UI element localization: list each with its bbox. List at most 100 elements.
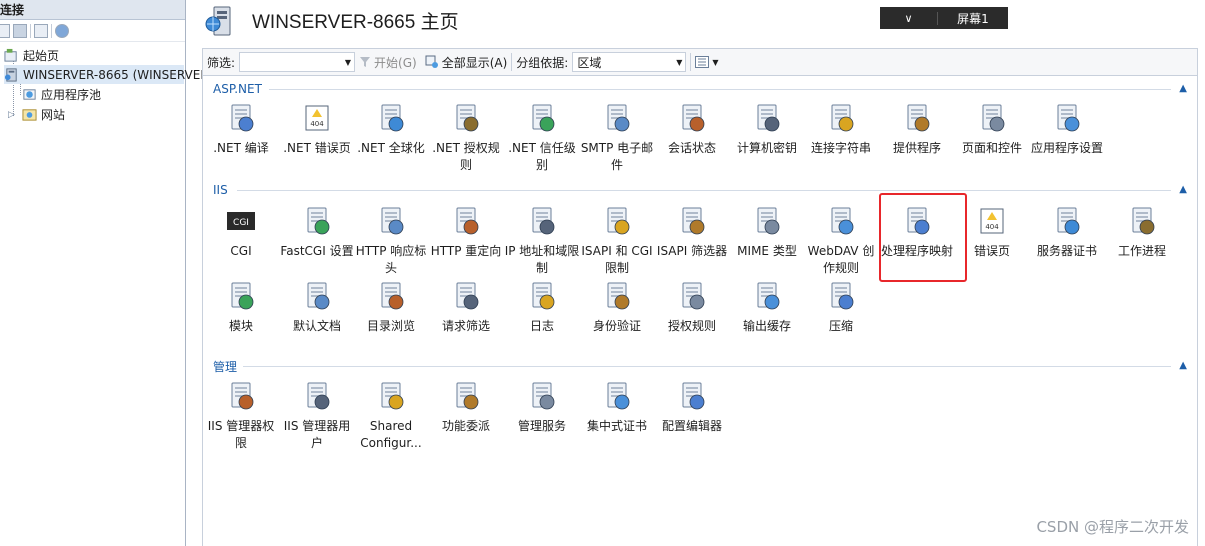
save-icon[interactable] <box>13 23 27 38</box>
feature-tile[interactable]: 授权规则 <box>654 280 730 335</box>
feature-tile[interactable]: HTTP 重定向 <box>428 205 504 260</box>
isapi-cgi-icon <box>607 207 630 235</box>
group-divider <box>243 366 1171 367</box>
feature-tile[interactable]: 配置编辑器 <box>654 380 730 435</box>
authz-rules-icon <box>682 282 705 310</box>
feature-tile[interactable]: 功能委派 <box>428 380 504 435</box>
feature-tile[interactable]: MIME 类型 <box>729 205 805 260</box>
dotnet-compile-icon <box>231 104 254 132</box>
feature-label: Shared Configur... <box>360 419 422 450</box>
show-all-button[interactable]: 全部显示(A) <box>421 54 512 71</box>
sites-icon <box>22 109 37 121</box>
screen-overlay[interactable]: ∨ 屏幕1 <box>880 7 1008 29</box>
feature-tile[interactable]: FastCGI 设置 <box>279 205 355 260</box>
feature-tile[interactable]: ISAPI 和 CGI 限制 <box>579 205 655 277</box>
filter-bar: 筛选: ▼ 开始(G) 全部显示(A) 分组依据: 区域 ▼ ▼ <box>202 48 1198 76</box>
feature-tile[interactable]: 管理服务 <box>504 380 580 435</box>
connections-toolbar <box>0 20 185 42</box>
feature-tile[interactable]: 会话状态 <box>654 102 730 157</box>
feature-tile[interactable]: 连接字符串 <box>803 102 879 157</box>
tree-item-app-pools[interactable]: 应用程序池 <box>22 85 101 104</box>
worker-process-icon <box>1132 207 1155 235</box>
output-cache-icon <box>757 282 780 310</box>
compression-icon <box>831 282 854 310</box>
expand-arrow-icon[interactable]: ▷ <box>8 110 18 120</box>
feature-label: 应用程序设置 <box>1030 141 1103 155</box>
feature-tile[interactable]: Shared Configur... <box>353 380 429 452</box>
feature-tile[interactable]: 模块 <box>203 280 279 335</box>
feature-label: 目录浏览 <box>366 319 415 333</box>
group-divider <box>269 89 1171 90</box>
dropdown-arrow-icon[interactable]: ▼ <box>676 58 682 67</box>
feature-tile[interactable]: 提供程序 <box>879 102 955 157</box>
collapse-aspnet-icon[interactable]: ▲ <box>1179 83 1187 94</box>
go-button[interactable]: 开始(G) <box>355 54 421 71</box>
feature-tile[interactable]: CGI CGI <box>203 205 279 260</box>
filter-label: 筛选: <box>207 55 236 70</box>
logging-icon <box>532 282 555 310</box>
filter-input[interactable]: ▼ <box>239 52 356 72</box>
feature-label: 页面和控件 <box>961 141 1022 155</box>
provider-icon <box>907 104 930 132</box>
feature-label: 集中式证书 <box>586 419 647 433</box>
feature-label: 默认文档 <box>292 319 341 333</box>
dropdown-arrow-icon[interactable]: ▼ <box>345 58 351 67</box>
feature-label: ISAPI 和 CGI 限制 <box>581 244 653 275</box>
feature-tile[interactable]: .NET 全球化 <box>353 102 429 157</box>
funnel-icon <box>360 57 371 67</box>
feature-tile[interactable]: 计算机密钥 <box>729 102 805 157</box>
feature-label: .NET 编译 <box>213 141 269 155</box>
chevron-down-icon[interactable]: ∨ <box>880 11 938 25</box>
feature-tile[interactable]: HTTP 响应标头 <box>353 205 429 277</box>
isapi-filter-icon <box>682 207 705 235</box>
feature-tile[interactable]: ISAPI 筛选器 <box>654 205 730 260</box>
feature-tile[interactable]: 应用程序设置 <box>1029 102 1105 157</box>
highlight-box <box>879 193 967 282</box>
feature-tile[interactable]: 404 .NET 错误页 <box>279 102 355 157</box>
feature-label: 请求筛选 <box>441 319 490 333</box>
cgi-icon: CGI <box>227 212 255 230</box>
feature-tile[interactable]: .NET 编译 <box>203 102 279 157</box>
feature-tile[interactable]: IP 地址和域限制 <box>504 205 580 277</box>
feature-tile[interactable]: 压缩 <box>803 280 879 335</box>
feature-tile[interactable]: .NET 信任级别 <box>504 102 580 174</box>
feature-tile[interactable]: 集中式证书 <box>579 380 655 435</box>
feature-tile[interactable]: 页面和控件 <box>954 102 1030 157</box>
tree-item-server[interactable]: WINSERVER-8665 (WINSERVER <box>4 65 209 84</box>
group-by-select[interactable]: 区域 ▼ <box>572 52 687 72</box>
tree-item-label: WINSERVER-8665 (WINSERVER <box>23 67 209 82</box>
show-all-icon <box>425 55 438 68</box>
feature-tile[interactable]: IIS 管理器用户 <box>279 380 355 452</box>
tree-item-start-page[interactable]: 起始页 <box>4 46 59 65</box>
feature-tile[interactable]: 输出缓存 <box>729 280 805 335</box>
feature-tile[interactable]: 默认文档 <box>279 280 355 335</box>
feature-tile[interactable]: 请求筛选 <box>428 280 504 335</box>
feature-label: 压缩 <box>828 319 853 333</box>
view-toggle-button[interactable]: ▼ <box>691 56 722 68</box>
central-cert-icon <box>607 382 630 410</box>
modules-icon <box>231 282 254 310</box>
dropdown-arrow-icon[interactable]: ▼ <box>712 58 718 67</box>
feature-tile[interactable]: 服务器证书 <box>1029 205 1105 260</box>
app-pool-icon <box>23 89 36 100</box>
http-headers-icon <box>381 207 404 235</box>
feature-label: 计算机密钥 <box>736 141 797 155</box>
feature-tile[interactable]: 日志 <box>504 280 580 335</box>
feature-tile[interactable]: IIS 管理器权限 <box>203 380 279 452</box>
disconnect-icon[interactable] <box>55 23 69 38</box>
trust-check-icon <box>532 104 555 132</box>
screen-label[interactable]: 屏幕1 <box>938 10 1008 27</box>
collapse-iis-icon[interactable]: ▲ <box>1179 184 1187 195</box>
feature-tile[interactable]: .NET 授权规则 <box>428 102 504 174</box>
feature-label: 会话状态 <box>667 141 716 155</box>
feature-tile[interactable]: 目录浏览 <box>353 280 429 335</box>
up-icon[interactable] <box>34 23 48 38</box>
tree-item-sites[interactable]: ▷ 网站 <box>8 105 65 124</box>
connect-icon[interactable] <box>0 23 10 38</box>
feature-tile[interactable]: SMTP 电子邮件 <box>579 102 655 174</box>
feature-tile[interactable]: 工作进程 <box>1104 205 1180 260</box>
collapse-management-icon[interactable]: ▲ <box>1179 360 1187 371</box>
feature-tile[interactable]: WebDAV 创作规则 <box>803 205 879 277</box>
feature-tile[interactable]: 身份验证 <box>579 280 655 335</box>
feature-label: .NET 授权规则 <box>432 141 500 172</box>
